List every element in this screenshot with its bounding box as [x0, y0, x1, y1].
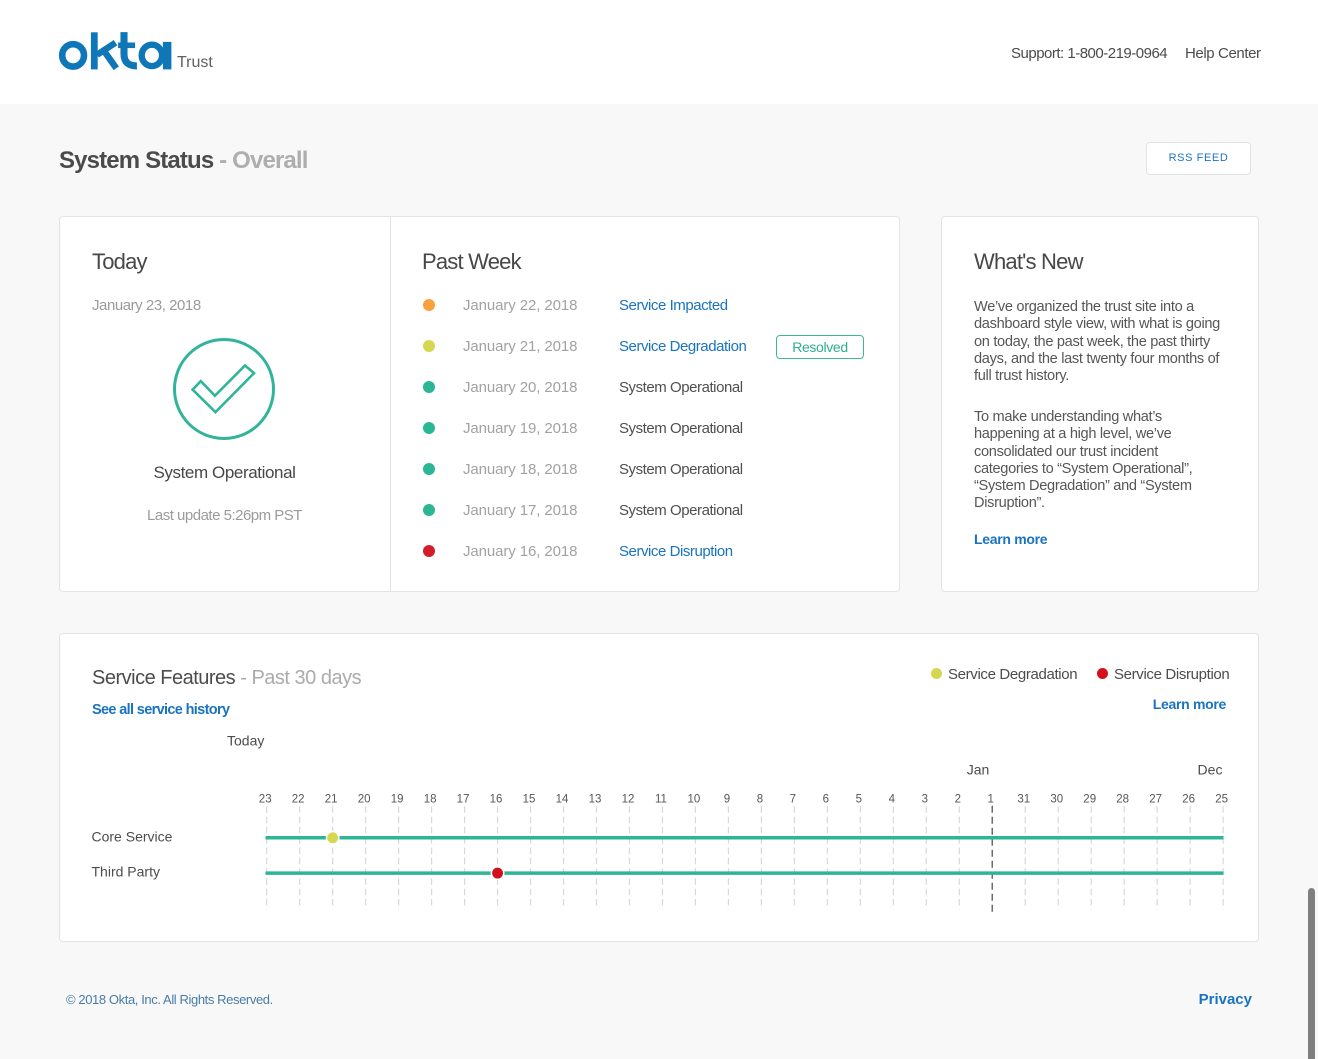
- svg-text:Jan: Jan: [967, 762, 990, 778]
- svg-text:2: 2: [955, 794, 961, 806]
- svg-text:23: 23: [259, 794, 272, 806]
- svg-text:11: 11: [655, 794, 667, 806]
- svg-text:Core Service: Core Service: [92, 829, 173, 845]
- svg-text:28: 28: [1116, 794, 1129, 806]
- svg-text:5: 5: [856, 794, 862, 806]
- svg-text:8: 8: [757, 794, 763, 806]
- svg-text:22: 22: [292, 794, 305, 806]
- svg-text:4: 4: [889, 794, 896, 806]
- svg-text:14: 14: [556, 794, 569, 806]
- svg-text:25: 25: [1215, 794, 1228, 806]
- svg-text:15: 15: [523, 794, 536, 806]
- svg-text:19: 19: [391, 794, 404, 806]
- svg-text:13: 13: [589, 794, 602, 806]
- svg-text:16: 16: [490, 794, 503, 806]
- svg-text:6: 6: [823, 794, 829, 806]
- svg-text:31: 31: [1017, 794, 1030, 806]
- svg-text:Third Party: Third Party: [92, 864, 160, 880]
- svg-text:Today: Today: [227, 733, 264, 749]
- svg-text:Dec: Dec: [1198, 762, 1223, 778]
- svg-text:9: 9: [724, 794, 730, 806]
- svg-text:17: 17: [457, 794, 470, 806]
- svg-text:27: 27: [1149, 794, 1162, 806]
- svg-text:18: 18: [424, 794, 437, 806]
- svg-text:20: 20: [358, 794, 371, 806]
- svg-text:29: 29: [1083, 794, 1096, 806]
- svg-text:21: 21: [325, 794, 338, 806]
- svg-text:26: 26: [1182, 794, 1195, 806]
- svg-text:7: 7: [790, 794, 796, 806]
- svg-text:12: 12: [622, 794, 635, 806]
- svg-text:3: 3: [922, 794, 928, 806]
- svg-text:30: 30: [1050, 794, 1063, 806]
- svg-text:1: 1: [988, 794, 994, 806]
- svg-text:10: 10: [688, 794, 701, 806]
